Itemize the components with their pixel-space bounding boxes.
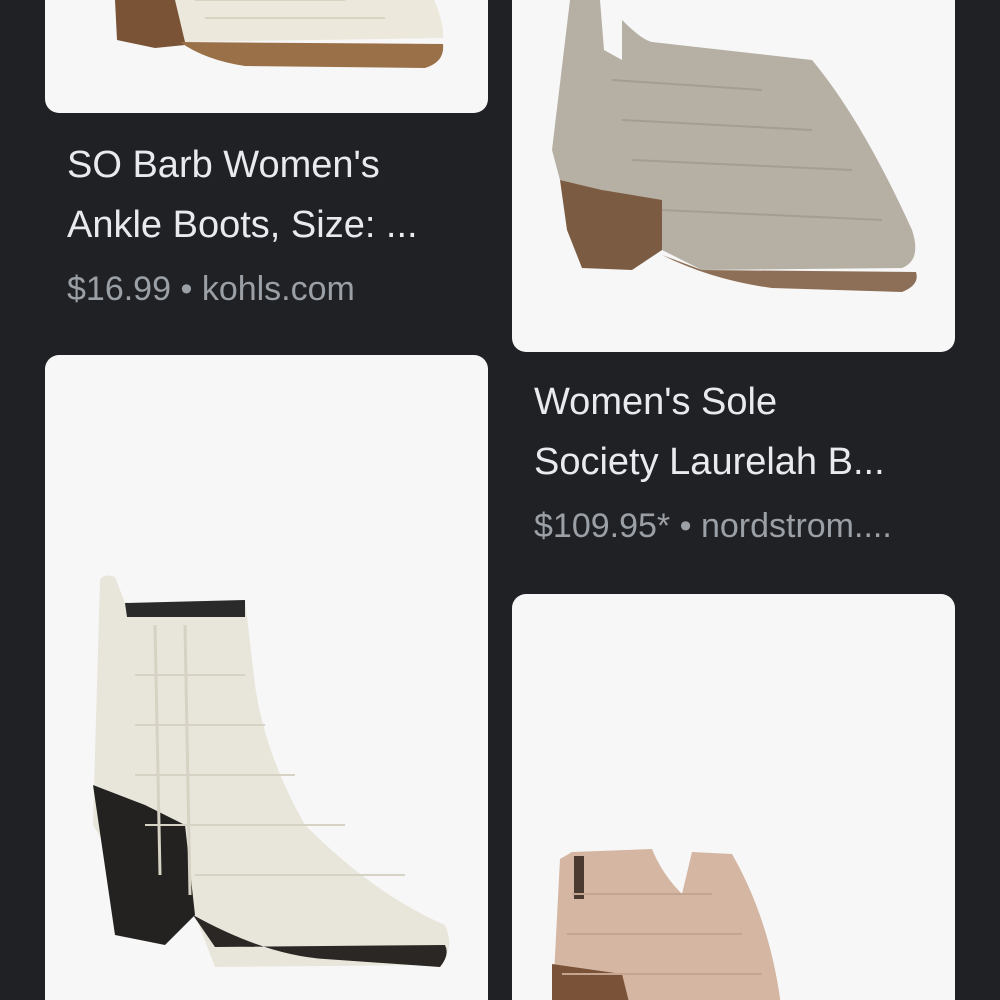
- product-image-4[interactable]: [512, 594, 955, 1000]
- separator-dot: •: [180, 270, 193, 308]
- product-price-2: $109.95*: [534, 507, 671, 545]
- product-title-1-line1: SO Barb Women's: [67, 144, 380, 186]
- product-title-2-line1: Women's Sole: [534, 381, 778, 423]
- product-title-2-line2: Society Laurelah B...: [534, 441, 885, 483]
- blush-croc-bootie-icon: [552, 849, 781, 1000]
- white-croc-boot-icon: [115, 0, 444, 68]
- shopping-results-grid: SO Barb Women's Ankle Boots, Size: ... $…: [0, 0, 1000, 1000]
- product-title-2[interactable]: Women's Sole Society Laurelah B...: [534, 372, 954, 492]
- product-image-1[interactable]: [45, 0, 488, 113]
- product-title-1[interactable]: SO Barb Women's Ankle Boots, Size: ...: [67, 135, 487, 255]
- product-meta-1: $16.99 • kohls.com: [67, 269, 487, 309]
- product-source-1[interactable]: kohls.com: [202, 270, 355, 308]
- product-title-1-line2: Ankle Boots, Size: ...: [67, 204, 418, 246]
- product-price-1: $16.99: [67, 270, 171, 308]
- product-image-2[interactable]: [512, 0, 955, 352]
- product-meta-2: $109.95* • nordstrom....: [534, 506, 954, 546]
- separator-dot: •: [679, 507, 692, 545]
- product-image-3[interactable]: [45, 355, 488, 1000]
- grey-croc-bootie-icon: [552, 0, 917, 292]
- white-croc-chelsea-boot-icon: [93, 575, 450, 967]
- product-source-2[interactable]: nordstrom....: [701, 507, 892, 545]
